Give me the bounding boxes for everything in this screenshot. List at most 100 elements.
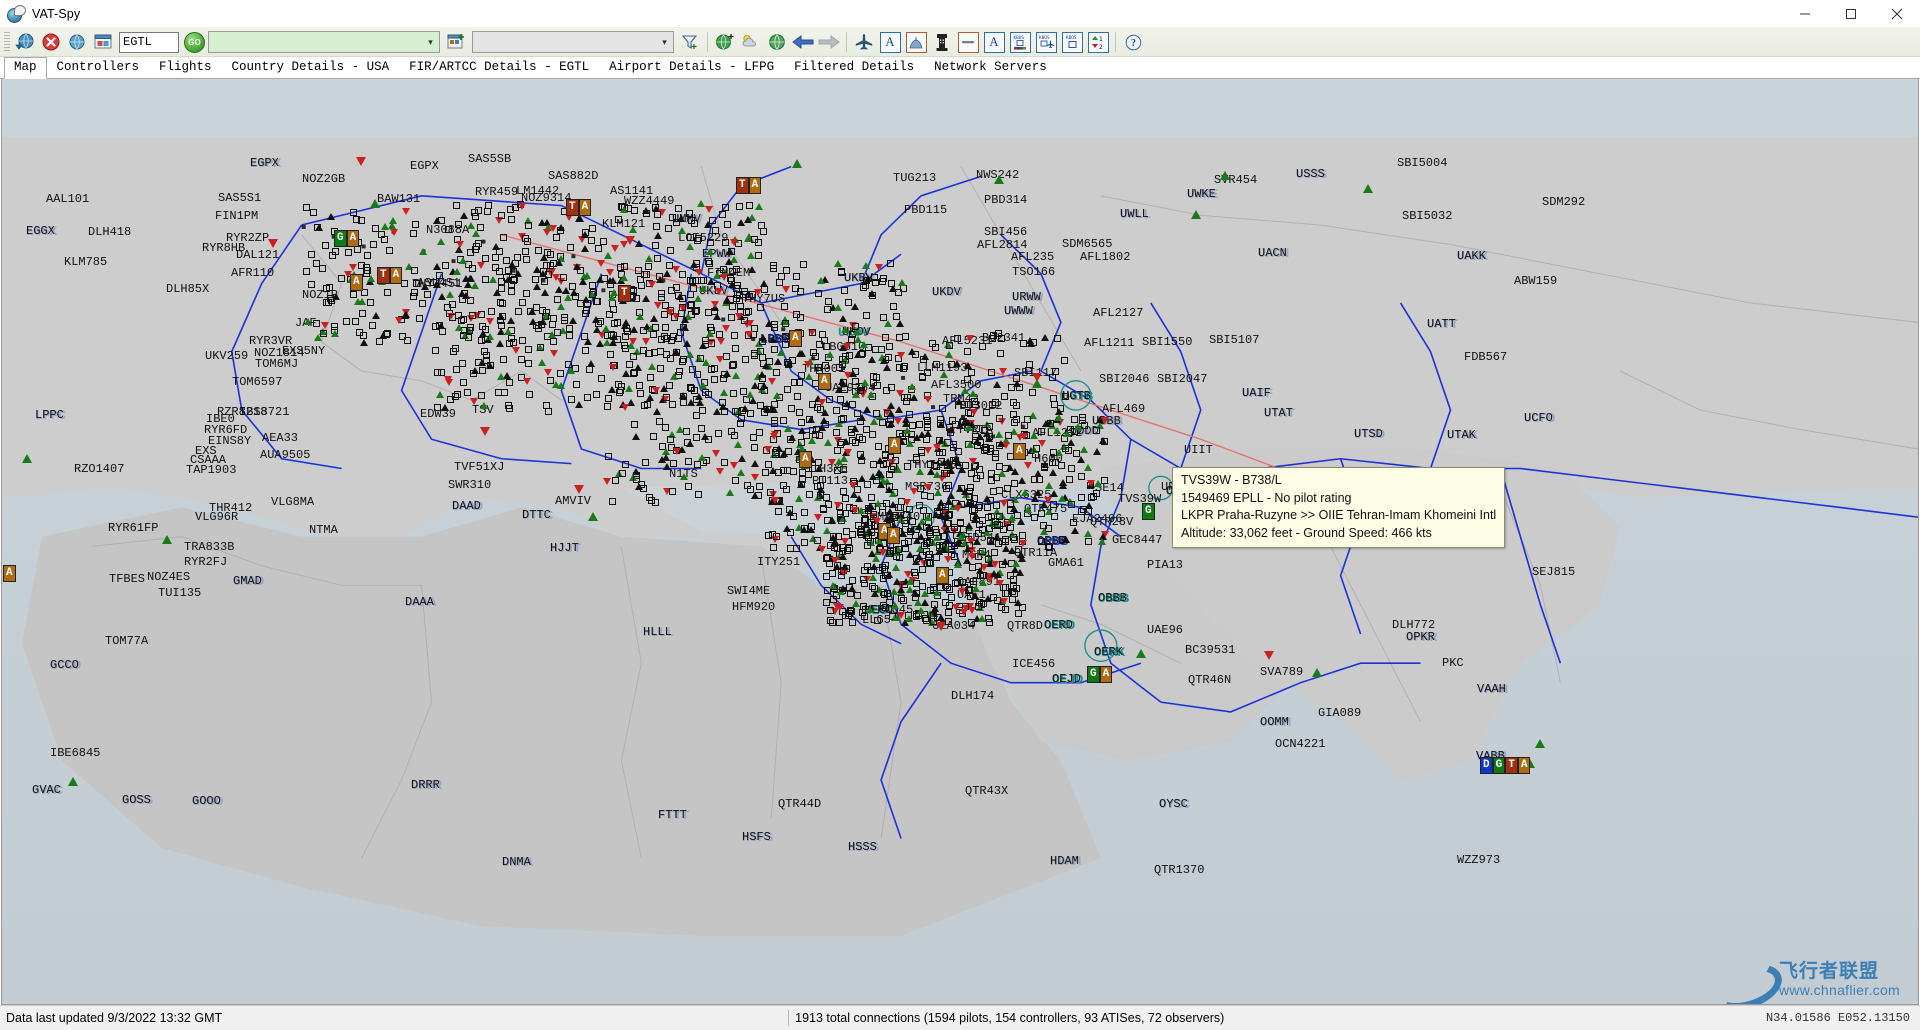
airport-marker[interactable] (870, 511, 877, 518)
aircraft-marker-red[interactable] (716, 468, 724, 475)
airport-marker[interactable] (675, 205, 682, 212)
aircraft-marker-red[interactable] (715, 288, 723, 295)
aircraft-marker-green[interactable] (68, 777, 78, 786)
airport-marker[interactable] (913, 580, 920, 587)
airport-marker[interactable] (694, 371, 701, 378)
airport-marker[interactable] (657, 365, 664, 372)
aircraft-marker-dark[interactable] (976, 567, 984, 574)
airport-marker[interactable] (707, 239, 714, 246)
aircraft-callsign-label[interactable]: TVS39W (1118, 493, 1161, 505)
airport-marker[interactable] (680, 399, 687, 406)
airport-marker[interactable] (922, 615, 929, 622)
airport-marker[interactable] (582, 229, 589, 236)
airport-marker[interactable] (708, 340, 715, 347)
aircraft-callsign-label[interactable]: LPPC (35, 409, 64, 421)
airport-marker[interactable] (874, 382, 881, 389)
airport-marker[interactable] (919, 374, 926, 381)
aircraft-marker-red[interactable] (486, 318, 494, 325)
airport-marker[interactable] (870, 373, 877, 380)
airport-marker[interactable] (685, 483, 692, 490)
airport-marker[interactable] (1013, 402, 1020, 409)
airport-marker[interactable] (941, 533, 948, 540)
airport-marker[interactable] (868, 567, 875, 574)
airport-marker[interactable] (313, 320, 320, 327)
controller-badge[interactable]: TA (736, 177, 762, 194)
airport-marker[interactable] (823, 573, 830, 580)
airport-marker[interactable] (636, 382, 643, 389)
airport-marker[interactable] (352, 318, 359, 325)
aircraft-marker-red[interactable] (924, 396, 932, 403)
aircraft-marker-dark[interactable] (885, 571, 893, 578)
airport-marker[interactable] (900, 365, 907, 372)
airport-marker[interactable] (984, 504, 991, 511)
airport-marker[interactable] (731, 332, 738, 339)
aircraft-marker-red[interactable] (968, 553, 976, 560)
airport-marker[interactable] (945, 618, 952, 625)
airport-marker[interactable] (919, 566, 926, 573)
airport-marker[interactable] (755, 239, 762, 246)
airport-marker[interactable] (933, 529, 940, 536)
toolbar-grip[interactable] (4, 32, 10, 52)
aircraft-callsign-label[interactable]: GMAD (233, 575, 262, 587)
aircraft-callsign-label[interactable]: OEJD (1052, 673, 1081, 685)
airport-marker[interactable] (466, 327, 473, 334)
airport-marker[interactable] (720, 266, 727, 273)
airport-marker[interactable] (455, 221, 462, 228)
tab-flights[interactable]: Flights (149, 57, 222, 78)
aircraft-callsign-label[interactable]: TRA833B (184, 541, 234, 553)
airport-marker[interactable] (370, 241, 377, 248)
airport-marker[interactable] (359, 310, 366, 317)
airport-marker[interactable] (1068, 465, 1075, 472)
aircraft-callsign-label[interactable]: RYR3VR (249, 335, 292, 347)
aircraft-callsign-label[interactable]: OCN4221 (1275, 738, 1325, 750)
aircraft-marker-dark[interactable] (956, 485, 964, 492)
airport-marker[interactable] (756, 483, 763, 490)
airport-marker[interactable] (812, 353, 819, 360)
aircraft-marker-green[interactable] (1045, 482, 1053, 489)
aircraft-callsign-label[interactable]: FIN1PM (215, 210, 258, 222)
aircraft-marker-red[interactable] (814, 514, 822, 521)
aircraft-callsign-label[interactable]: TOM77A (105, 635, 148, 647)
aircraft-callsign-label[interactable]: RYR2FJ (184, 556, 227, 568)
controller-badge[interactable]: TA (566, 199, 592, 216)
chevron-down-icon[interactable]: ▾ (422, 33, 439, 51)
aircraft-marker-green[interactable] (676, 426, 684, 433)
aircraft-marker-green[interactable] (1055, 414, 1063, 421)
airport-marker[interactable] (506, 379, 513, 386)
airport-marker[interactable] (662, 302, 669, 309)
aircraft-marker-green[interactable] (472, 230, 480, 237)
aircraft-marker-red[interactable] (933, 444, 941, 451)
airport-marker[interactable] (924, 417, 931, 424)
aircraft-marker-dark[interactable] (751, 460, 759, 467)
airport-marker[interactable] (1073, 450, 1080, 457)
airport-marker[interactable] (687, 234, 694, 241)
airport-marker[interactable] (879, 509, 886, 516)
airport-marker[interactable] (449, 314, 456, 321)
airport-marker[interactable] (849, 437, 856, 444)
airport-marker[interactable] (906, 506, 913, 513)
airport-marker[interactable] (879, 278, 886, 285)
airport-marker[interactable] (605, 395, 612, 402)
aircraft-marker-dark[interactable] (943, 526, 951, 533)
airport-marker[interactable] (593, 391, 600, 398)
aircraft-marker-dark[interactable] (924, 430, 932, 437)
airport-marker[interactable] (823, 494, 830, 501)
aircraft-marker-dark[interactable] (883, 364, 891, 371)
aircraft-marker-red[interactable] (268, 239, 278, 248)
airport-marker[interactable] (525, 346, 532, 353)
aircraft-callsign-label[interactable]: VLG8MA (271, 496, 314, 508)
airport-marker[interactable] (652, 242, 659, 249)
airport-marker[interactable] (911, 569, 918, 576)
aircraft-marker-dark[interactable] (433, 263, 441, 270)
aircraft-marker-dark[interactable] (528, 308, 536, 315)
aircraft-marker-dark[interactable] (514, 270, 522, 277)
controller-badge[interactable]: A (350, 274, 363, 291)
aircraft-marker-dark[interactable] (964, 362, 972, 369)
aircraft-marker-green[interactable] (625, 385, 633, 392)
airport-marker[interactable] (815, 290, 822, 297)
aircraft-marker-dark[interactable] (901, 619, 909, 626)
maximize-button[interactable] (1828, 0, 1874, 27)
aircraft-marker-dark[interactable] (893, 578, 901, 585)
aircraft-marker-green[interactable] (957, 533, 965, 540)
aircraft-marker-dark[interactable] (877, 481, 885, 488)
